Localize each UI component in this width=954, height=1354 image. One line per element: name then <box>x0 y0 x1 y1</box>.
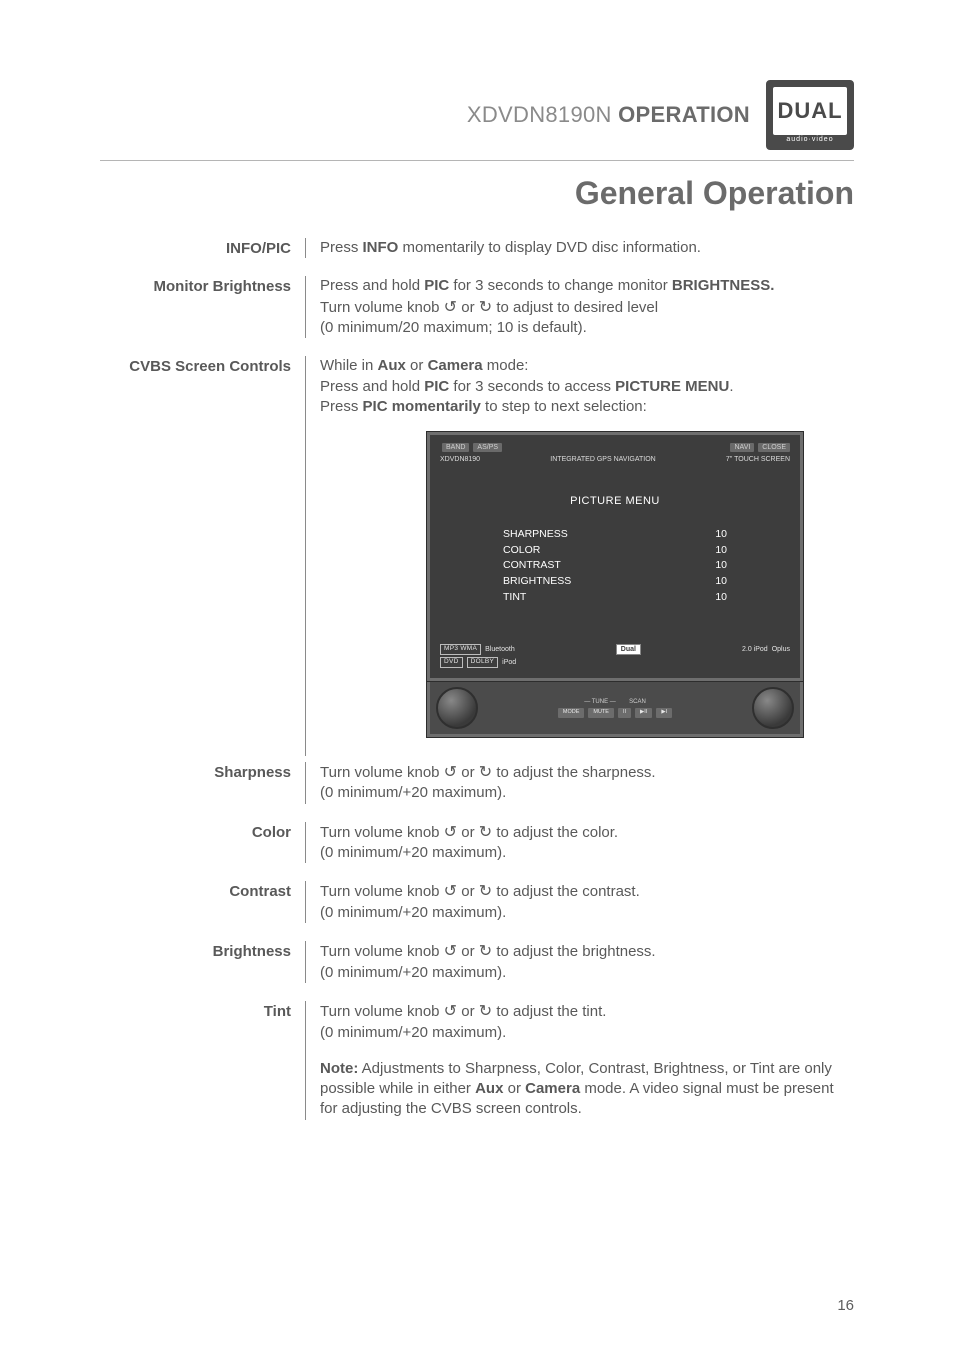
badge-dolby: DOLBY <box>467 657 499 668</box>
slot-asps: AS/PS <box>473 443 502 452</box>
row-brightness: Brightness Turn volume knob ↺ or ↻ to ad… <box>100 941 854 983</box>
panel-buttons: MODE MUTE II ▶II ▶I <box>558 708 672 717</box>
ccw-icon: ↺ <box>444 941 457 963</box>
device-illustration: BAND AS/PS NAVI CLOSE XDVDN8190 INTEGRAT… <box>430 435 800 734</box>
row-tint: Tint Turn volume knob ↺ or ↻ to adjust t… <box>100 1001 854 1120</box>
label-monitor-brightness: Monitor Brightness <box>100 276 305 338</box>
row-color: Color Turn volume knob ↺ or ↻ to adjust … <box>100 822 854 864</box>
header-word: OPERATION <box>618 102 750 127</box>
body-info-pic: Press INFO momentarily to display DVD di… <box>305 238 854 258</box>
body-color: Turn volume knob ↺ or ↻ to adjust the co… <box>305 822 854 864</box>
panel-btn-pause: II <box>618 708 631 717</box>
badge-ipod: 2.0 iPod <box>742 645 768 654</box>
menu-row: COLOR10 <box>503 543 727 559</box>
ccw-icon: ↺ <box>444 297 457 319</box>
panel-tune-label: — TUNE — <box>584 699 616 705</box>
label-sharpness: Sharpness <box>100 762 305 804</box>
left-knob-icon <box>436 687 478 729</box>
menu-row: CONTRAST10 <box>503 558 727 574</box>
menu-row: TINT10 <box>503 590 727 606</box>
section-title: General Operation <box>100 175 854 212</box>
subbar-model: XDVDN8190 <box>440 455 480 464</box>
badge-bluetooth: Bluetooth <box>485 645 515 654</box>
cw-icon: ↻ <box>479 822 492 844</box>
panel-btn-next: ▶I <box>656 708 672 717</box>
ccw-icon: ↺ <box>444 1001 457 1023</box>
subbar-right: 7" TOUCH SCREEN <box>726 455 790 464</box>
badge-mp3wma: MP3 WMA <box>440 644 481 655</box>
body-cvbs: While in Aux or Camera mode: Press and h… <box>305 356 854 755</box>
logo-text: DUAL <box>773 87 847 135</box>
page-number: 16 <box>837 1297 854 1314</box>
label-cvbs: CVBS Screen Controls <box>100 356 305 755</box>
badge-dvd: DVD <box>440 657 463 668</box>
menu-row: SHARPNESS10 <box>503 527 727 543</box>
panel-btn-mute: MUTE <box>588 708 614 717</box>
slot-close: CLOSE <box>758 443 790 452</box>
screen-badges-2: DVD DOLBY iPod <box>440 657 790 668</box>
row-contrast: Contrast Turn volume knob ↺ or ↻ to adju… <box>100 881 854 923</box>
row-monitor-brightness: Monitor Brightness Press and hold PIC fo… <box>100 276 854 338</box>
panel-btn-mode: MODE <box>558 708 585 717</box>
label-brightness: Brightness <box>100 941 305 983</box>
manual-page: XDVDN8190N OPERATION DUAL audio·video Ge… <box>0 0 954 1354</box>
page-header: XDVDN8190N OPERATION DUAL audio·video <box>100 80 854 150</box>
body-tint: Turn volume knob ↺ or ↻ to adjust the ti… <box>305 1001 854 1120</box>
picture-menu-table: SHARPNESS10 COLOR10 CONTRAST10 BRIGHTNES… <box>503 527 727 606</box>
label-tint: Tint <box>100 1001 305 1120</box>
screen-subbar: XDVDN8190 INTEGRATED GPS NAVIGATION 7" T… <box>440 455 790 464</box>
ccw-icon: ↺ <box>444 822 457 844</box>
row-sharpness: Sharpness Turn volume knob ↺ or ↻ to adj… <box>100 762 854 804</box>
row-cvbs: CVBS Screen Controls While in Aux or Cam… <box>100 356 854 755</box>
screen-badges: MP3 WMA Bluetooth Dual 2.0 iPod Oplus <box>440 644 790 655</box>
cw-icon: ↻ <box>479 941 492 963</box>
ccw-icon: ↺ <box>444 762 457 784</box>
body-brightness: Turn volume knob ↺ or ↻ to adjust the br… <box>305 941 854 983</box>
right-knob-icon <box>752 687 794 729</box>
slot-navi: NAVI <box>730 443 754 452</box>
header-divider <box>100 160 854 161</box>
label-contrast: Contrast <box>100 881 305 923</box>
badge-oplus: Oplus <box>772 645 790 654</box>
panel-center: — TUNE — SCAN MODE MUTE II ▶II ▶I <box>478 698 752 718</box>
slot-band: BAND <box>442 443 469 452</box>
panel-scan-label: SCAN <box>629 699 646 705</box>
body-sharpness: Turn volume knob ↺ or ↻ to adjust the sh… <box>305 762 854 804</box>
cw-icon: ↻ <box>479 297 492 319</box>
cw-icon: ↻ <box>479 762 492 784</box>
body-contrast: Turn volume knob ↺ or ↻ to adjust the co… <box>305 881 854 923</box>
device-screen: BAND AS/PS NAVI CLOSE XDVDN8190 INTEGRAT… <box>430 435 800 678</box>
menu-row: BRIGHTNESS10 <box>503 574 727 590</box>
label-color: Color <box>100 822 305 864</box>
panel-btn-playpause: ▶II <box>635 708 652 717</box>
note-block: Note: Adjustments to Sharpness, Color, C… <box>320 1059 854 1120</box>
body-monitor-brightness: Press and hold PIC for 3 seconds to chan… <box>305 276 854 338</box>
cw-icon: ↻ <box>479 1001 492 1023</box>
model-number: XDVDN8190N <box>467 102 612 127</box>
screen-top-slots: BAND AS/PS NAVI CLOSE <box>440 443 790 452</box>
subbar-center: INTEGRATED GPS NAVIGATION <box>550 455 655 464</box>
logo-subtext: audio·video <box>786 136 833 143</box>
row-info-pic: INFO/PIC Press INFO momentarily to displ… <box>100 238 854 258</box>
badge-ipod2: iPod <box>502 658 516 667</box>
header-title: XDVDN8190N OPERATION <box>467 102 750 128</box>
device-front-panel: — TUNE — SCAN MODE MUTE II ▶II ▶I <box>430 682 800 734</box>
badge-dual-mini: Dual <box>616 644 641 655</box>
dual-logo: DUAL audio·video <box>766 80 854 150</box>
picture-menu-title: PICTURE MENU <box>440 494 790 509</box>
ccw-icon: ↺ <box>444 881 457 903</box>
label-info-pic: INFO/PIC <box>100 238 305 258</box>
cw-icon: ↻ <box>479 881 492 903</box>
